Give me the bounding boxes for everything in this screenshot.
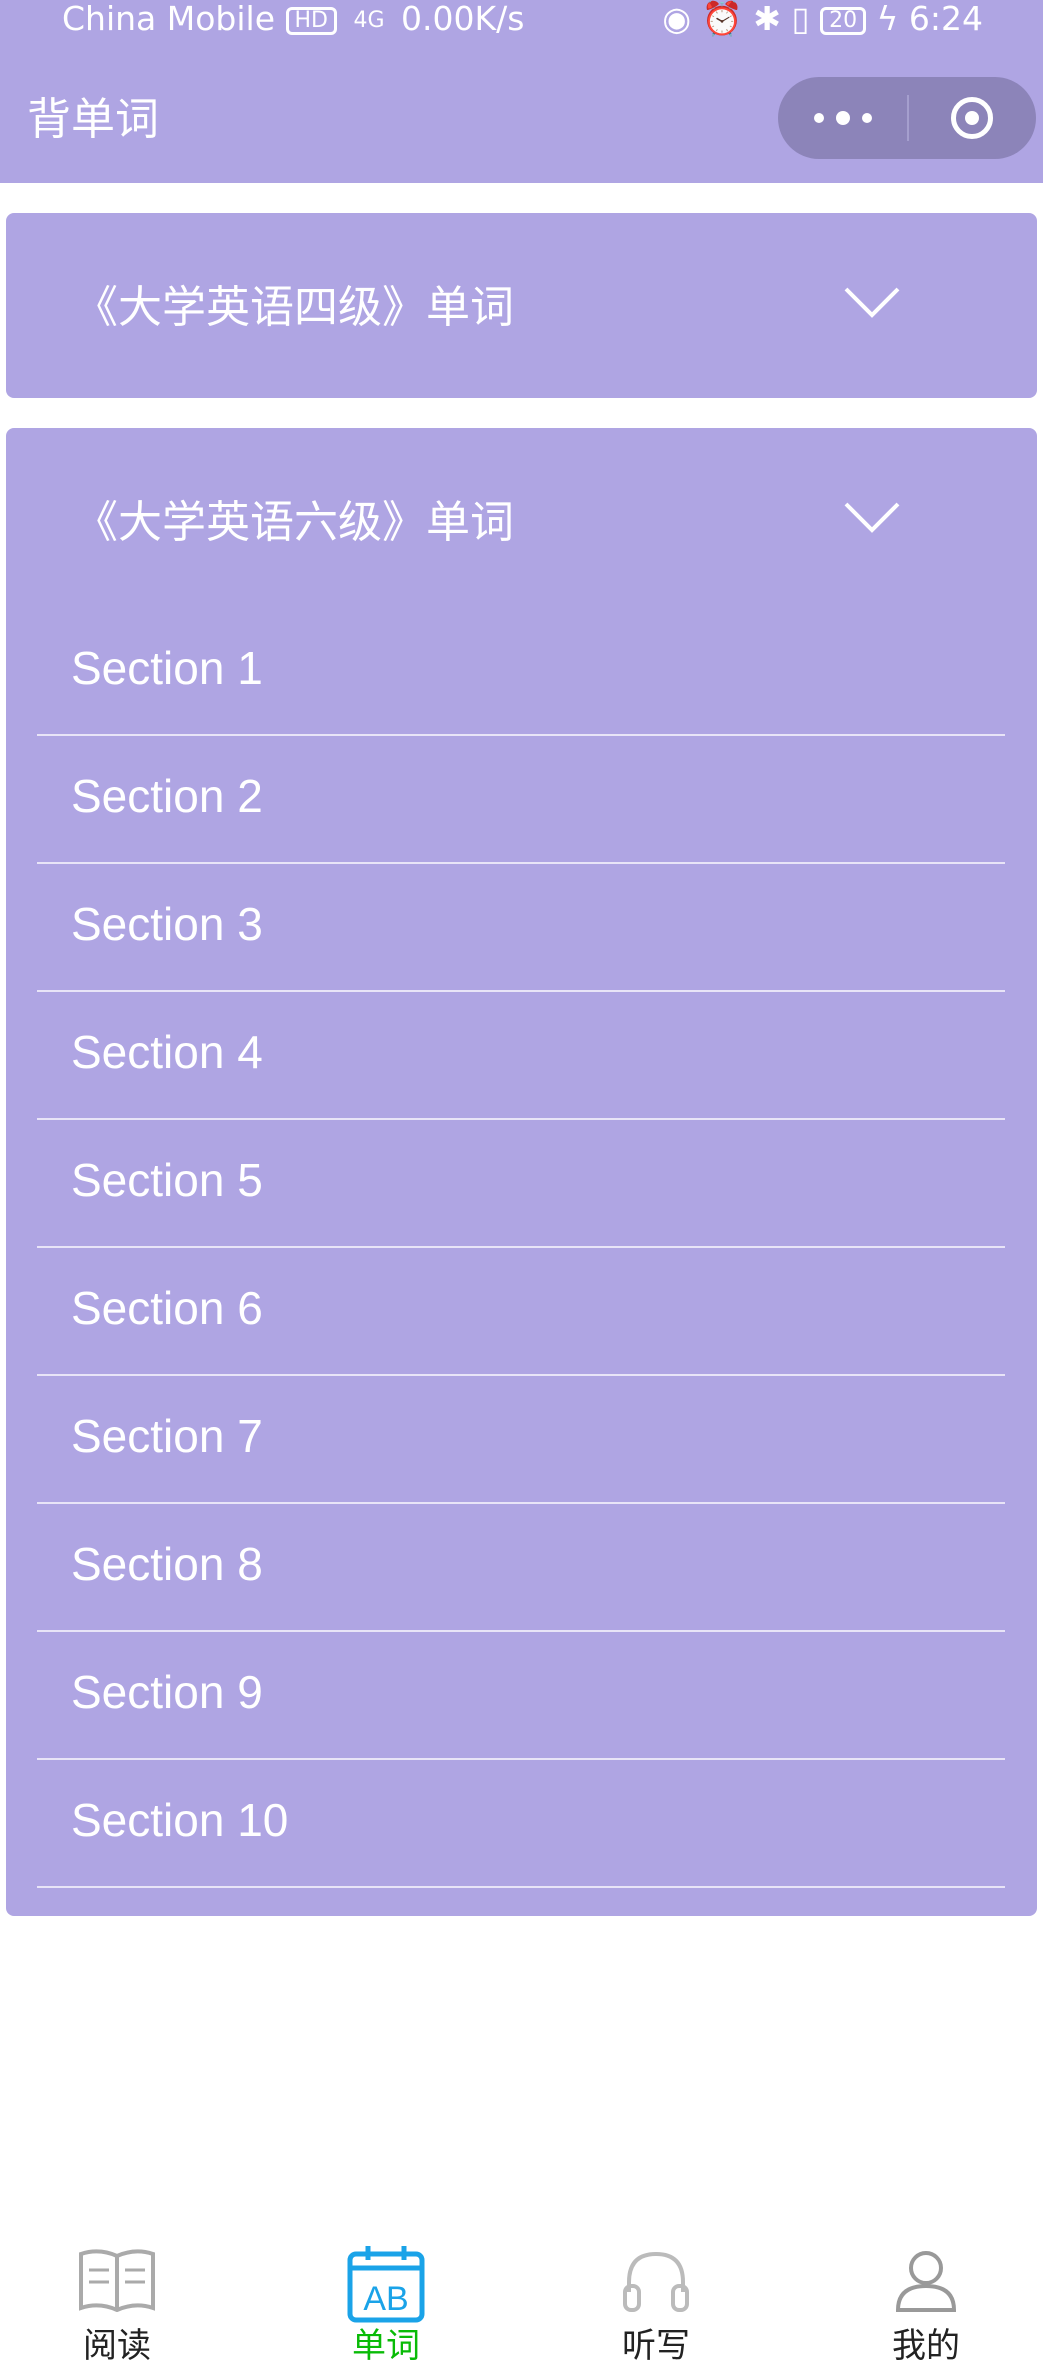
person-icon [895, 2251, 957, 2312]
clock-time: 6:24 [908, 0, 983, 38]
vibrate-icon: ▯ [791, 0, 810, 38]
charging-icon: ϟ [876, 0, 899, 38]
ab-calendar-icon: AB [347, 2246, 425, 2323]
section-label: Section 5 [71, 1154, 263, 1206]
carrier-label: China Mobile [62, 0, 276, 38]
section-item[interactable]: Section 6 [37, 1248, 1005, 1376]
eye-icon: ◉ [662, 0, 692, 38]
section-item[interactable]: Section 5 [37, 1120, 1005, 1248]
more-menu-button[interactable] [778, 77, 908, 159]
accordion-panel-cet4: 《大学英语四级》单词 [6, 213, 1037, 398]
battery-icon: 20 [820, 6, 867, 35]
capsule-divider [907, 95, 909, 141]
tab-dictation[interactable]: 听写 [556, 2220, 756, 2366]
tab-read[interactable]: 阅读 [17, 2220, 217, 2366]
tab-label: 阅读 [83, 2326, 151, 2366]
accordion-title: 《大学英语六级》单词 [74, 497, 514, 548]
section-item[interactable]: Section 1 [37, 608, 1005, 736]
dot-icon [862, 113, 872, 123]
section-label: Section 10 [71, 1794, 289, 1846]
section-list: Section 1 Section 2 Section 3 Section 4 … [37, 608, 1005, 1888]
section-item[interactable]: Section 4 [37, 992, 1005, 1120]
mini-program-capsule [778, 77, 1036, 159]
section-label: Section 7 [71, 1410, 263, 1462]
accordion-panel-cet6: 《大学英语六级》单词 Section 1 Section 2 Section 3… [6, 428, 1037, 1916]
tab-mine[interactable]: 我的 [826, 2220, 1026, 2366]
section-item[interactable]: Section 7 [37, 1376, 1005, 1504]
section-label: Section 1 [71, 642, 263, 694]
accordion-header-cet4[interactable]: 《大学英语四级》单词 [6, 213, 1037, 398]
section-item[interactable]: Section 3 [37, 864, 1005, 992]
tab-label: 我的 [892, 2326, 960, 2366]
section-item[interactable]: Section 9 [37, 1632, 1005, 1760]
dot-icon [836, 111, 850, 125]
section-label: Section 3 [71, 898, 263, 950]
headphones-icon [623, 2251, 689, 2312]
section-label: Section 9 [71, 1666, 263, 1718]
network-speed: 0.00K/s [401, 0, 525, 38]
book-icon [79, 2249, 155, 2312]
bluetooth-icon: ✱ [753, 0, 781, 38]
tab-words[interactable]: AB 单词 [286, 2220, 486, 2366]
signal-icon: 4G [353, 7, 385, 33]
section-label: Section 2 [71, 770, 263, 822]
section-label: Section 4 [71, 1026, 263, 1078]
alarm-icon: ⏰ [701, 0, 743, 38]
close-target-icon[interactable] [951, 97, 993, 139]
chevron-down-icon [844, 287, 900, 318]
tab-label: 听写 [622, 2326, 690, 2366]
accordion-title: 《大学英语四级》单词 [74, 282, 514, 333]
accordion-header-cet6[interactable]: 《大学英语六级》单词 [6, 428, 1037, 613]
tab-bar: 阅读 AB 单词 听写 我的 [0, 2220, 1043, 2366]
chevron-down-icon [844, 502, 900, 533]
top-bar: China Mobile HD 4G 0.00K/s ◉ ⏰ ✱ ▯ 20 ϟ … [0, 0, 1043, 183]
section-item[interactable]: Section 8 [37, 1504, 1005, 1632]
status-bar: China Mobile HD 4G 0.00K/s ◉ ⏰ ✱ ▯ 20 ϟ … [0, 0, 1043, 38]
section-item[interactable]: Section 2 [37, 736, 1005, 864]
hd-icon: HD [285, 6, 337, 35]
tab-label: 单词 [352, 2326, 420, 2366]
dot-icon [814, 113, 824, 123]
section-label: Section 6 [71, 1282, 263, 1334]
section-label: Section 8 [71, 1538, 263, 1590]
page-title: 背单词 [27, 94, 159, 145]
section-item[interactable]: Section 10 [37, 1760, 1005, 1888]
svg-text:AB: AB [363, 2280, 408, 2318]
